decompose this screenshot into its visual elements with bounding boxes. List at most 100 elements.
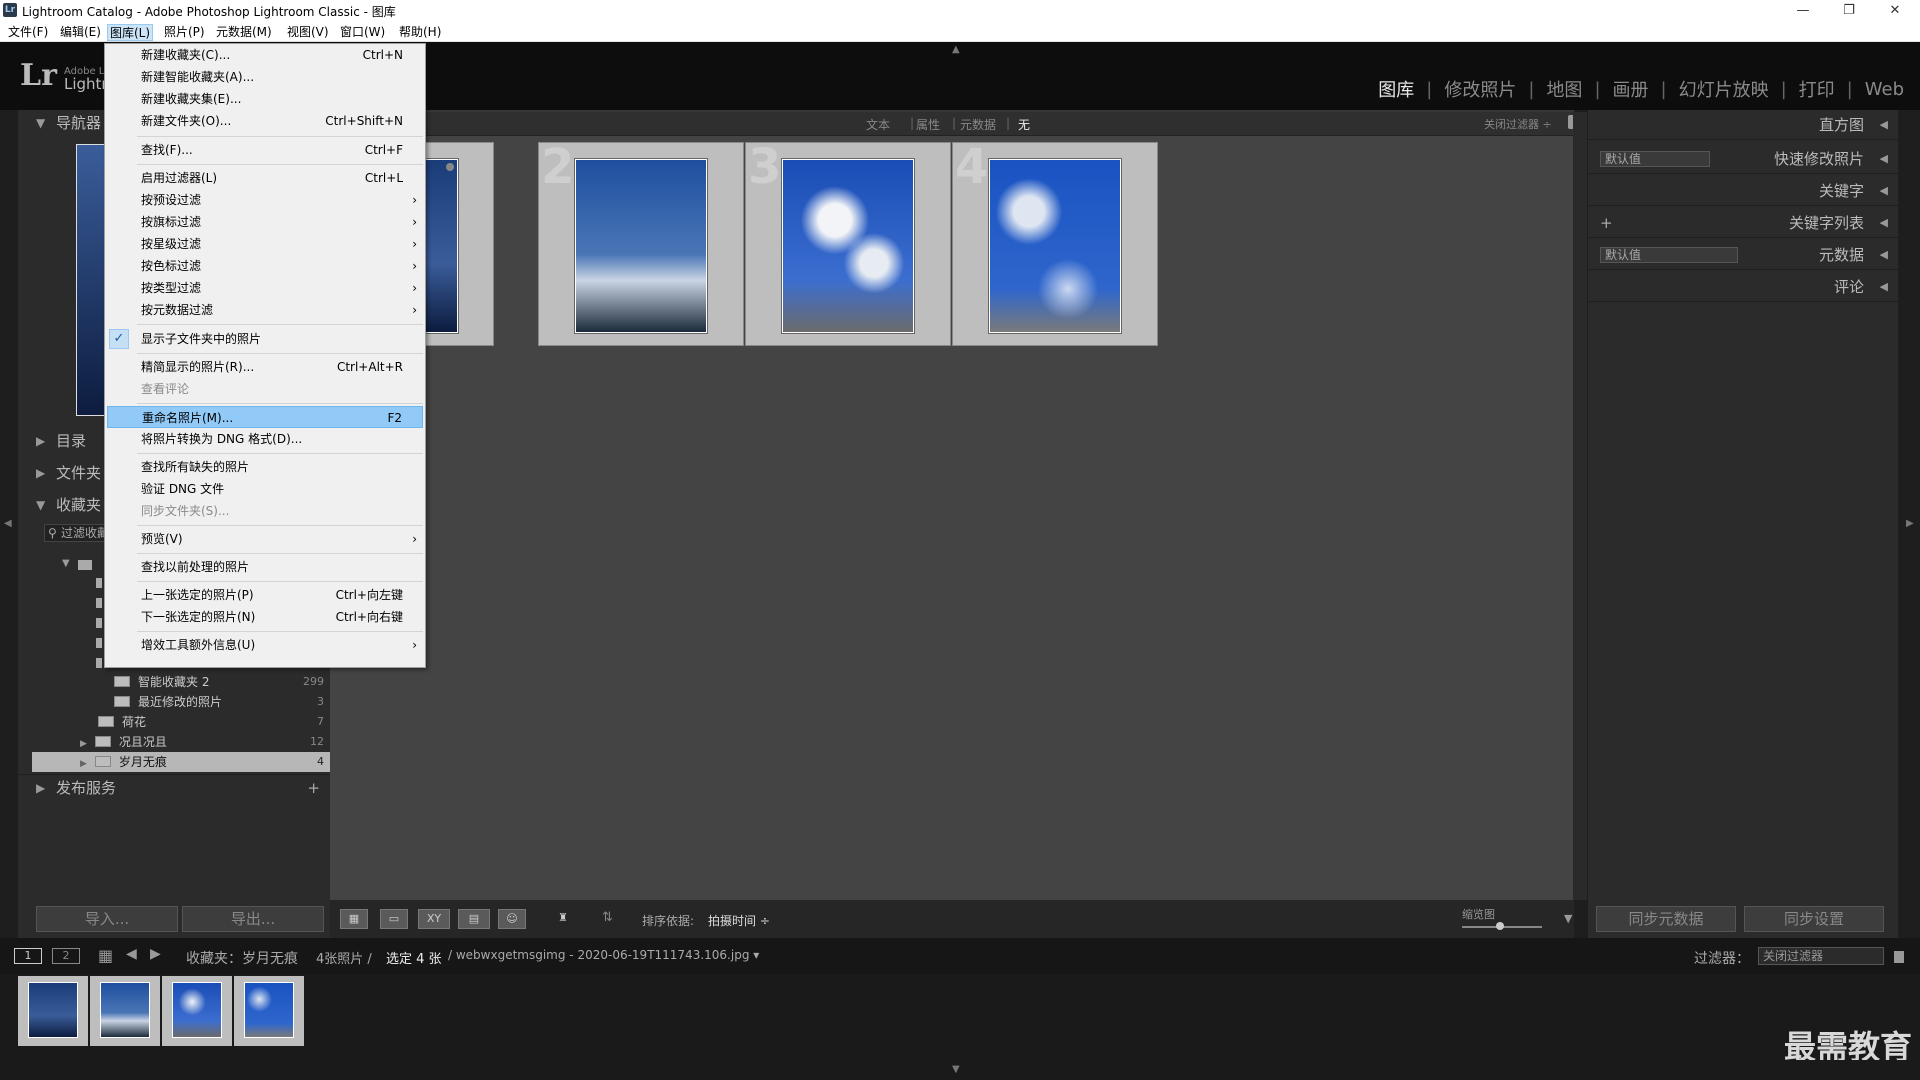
collection-item[interactable]: 荷花 7 — [32, 712, 332, 732]
menu-item-filter-by-metadata[interactable]: 按元数据过滤 › — [107, 299, 423, 321]
collection-item[interactable]: 智能收藏夹 2 299 — [32, 672, 332, 692]
menu-item-previews[interactable]: 预览(V) › — [107, 528, 423, 550]
grid-scrollbar[interactable] — [1573, 112, 1587, 900]
menu-item-enable-filters[interactable]: 启用过滤器(L) Ctrl+L — [107, 167, 423, 189]
sync-metadata-button[interactable]: 同步元数据 — [1596, 906, 1736, 932]
loupe-view-icon[interactable]: ▭ — [380, 909, 408, 929]
module-develop[interactable]: 修改照片 — [1444, 76, 1516, 102]
filter-lock-icon[interactable] — [1894, 951, 1904, 963]
menu-item-view-comments[interactable]: 查看评论 — [107, 378, 423, 400]
keyword-list-header[interactable]: + 关键字列表 ◀ — [1588, 208, 1898, 238]
sync-settings-button[interactable]: 同步设置 — [1744, 906, 1884, 932]
module-print[interactable]: 打印 — [1799, 76, 1835, 102]
comments-header[interactable]: 评论 ◀ — [1588, 272, 1898, 302]
photo-thumbnail[interactable] — [575, 159, 707, 333]
metadata-preset-select[interactable]: 默认值 — [1600, 247, 1738, 263]
menu-item-new-collection[interactable]: 新建收藏夹(C)... Ctrl+N — [107, 44, 423, 66]
menu-item-filter-by-preset[interactable]: 按预设过滤 › — [107, 189, 423, 211]
filmstrip-thumb[interactable] — [18, 976, 88, 1046]
menu-item-filter-by-flag[interactable]: 按旗标过滤 › — [107, 211, 423, 233]
menu-item-previous-selected[interactable]: 上一张选定的照片(P) Ctrl+向左键 — [107, 584, 423, 606]
menu-file[interactable]: 文件(F) — [6, 24, 50, 41]
module-web[interactable]: Web — [1865, 79, 1904, 100]
survey-view-icon[interactable]: ▤ — [458, 909, 490, 929]
filmstrip-thumb[interactable] — [234, 976, 304, 1046]
menu-item-filter-by-rating[interactable]: 按星级过滤 › — [107, 233, 423, 255]
menu-item-filter-by-color[interactable]: 按色标过滤 › — [107, 255, 423, 277]
keywording-header[interactable]: 关键字 ◀ — [1588, 176, 1898, 206]
module-map[interactable]: 地图 — [1546, 76, 1582, 102]
quick-develop-preset-select[interactable]: 默认值 — [1600, 151, 1710, 167]
slider-handle[interactable] — [1496, 922, 1504, 930]
menu-item-new-folder[interactable]: 新建文件夹(O)... Ctrl+Shift+N — [107, 110, 423, 132]
filmstrip-thumb[interactable] — [162, 976, 232, 1046]
close-icon[interactable]: ✕ — [1872, 0, 1918, 22]
module-book[interactable]: 画册 — [1613, 76, 1649, 102]
restore-icon[interactable]: ❐ — [1826, 0, 1872, 22]
menu-edit[interactable]: 编辑(E) — [58, 24, 103, 41]
menu-item-filter-by-kind[interactable]: 按类型过滤 › — [107, 277, 423, 299]
menu-item-find-previous-process[interactable]: 查找以前处理的照片 — [107, 556, 423, 578]
collapse-top-icon[interactable]: ▲ — [952, 44, 960, 55]
minimize-icon[interactable]: — — [1780, 0, 1826, 22]
import-button[interactable]: 导入... — [36, 906, 178, 932]
menu-item-rename-photos[interactable]: 重命名照片(M)... F2 — [107, 406, 423, 428]
menu-item-find-missing[interactable]: 查找所有缺失的照片 — [107, 456, 423, 478]
primary-window-button[interactable]: 1 — [14, 948, 42, 964]
grid-cell-4[interactable]: 4 — [952, 139, 1158, 346]
menu-item-refine-photos[interactable]: 精简显示的照片(R)... Ctrl+Alt+R — [107, 356, 423, 378]
menu-item-plugin-extras[interactable]: 增效工具额外信息(U) › — [107, 634, 423, 656]
photo-thumbnail[interactable] — [782, 159, 914, 333]
forward-arrow-icon[interactable]: ▶ — [150, 946, 161, 962]
histogram-header[interactable]: 直方图 ◀ — [1588, 110, 1898, 140]
filename-label[interactable]: / webwxgetmsgimg - 2020-06-19T111743.106… — [448, 948, 759, 962]
collapse-bottom-icon[interactable]: ▼ — [952, 1064, 960, 1075]
menu-window[interactable]: 窗口(W) — [338, 24, 387, 41]
menu-view[interactable]: 视图(V) — [285, 24, 331, 41]
grid-icon[interactable]: ▦ — [98, 946, 113, 965]
menu-item-synchronize-folder[interactable]: 同步文件夹(S)... — [107, 500, 423, 522]
filter-tab-metadata[interactable]: 元数据 — [960, 116, 996, 133]
painter-icon[interactable]: ♜ — [556, 909, 570, 929]
collapse-left-icon[interactable]: ◀ — [4, 518, 12, 529]
menu-item-next-selected[interactable]: 下一张选定的照片(N) Ctrl+向右键 — [107, 606, 423, 628]
filter-preset-select[interactable]: 关闭过滤器 ÷ — [1484, 116, 1552, 132]
menu-photo[interactable]: 照片(P) — [162, 24, 207, 41]
filmstrip-thumb[interactable] — [90, 976, 160, 1046]
compare-view-icon[interactable]: XY — [418, 909, 450, 929]
collection-item[interactable]: ▶ 况且况且 12 — [32, 732, 332, 752]
sort-direction-icon[interactable]: ⇅ — [602, 910, 613, 925]
filter-tab-attribute[interactable]: 属性 — [916, 116, 940, 133]
filmstrip-filter-select[interactable]: 关闭过滤器 — [1758, 947, 1884, 965]
menu-item-new-smart-collection[interactable]: 新建智能收藏夹(A)... — [107, 66, 423, 88]
photo-thumbnail[interactable] — [989, 159, 1121, 333]
grid-cell-2[interactable]: 2 — [538, 139, 744, 346]
source-label[interactable]: 收藏夹：岁月无痕 — [186, 948, 298, 968]
filter-tab-text[interactable]: 文本 — [866, 116, 890, 133]
add-keyword-icon[interactable]: + — [1600, 208, 1613, 238]
grid-cell-3[interactable]: 3 — [745, 139, 951, 346]
export-button[interactable]: 导出... — [182, 906, 324, 932]
toolbar-menu-icon[interactable]: ▼ — [1564, 912, 1572, 925]
menu-item-find[interactable]: 查找(F)... Ctrl+F — [107, 139, 423, 161]
navigator-preview[interactable] — [76, 144, 106, 416]
people-view-icon[interactable]: ☺ — [498, 909, 526, 929]
sort-select[interactable]: 拍摄时间 ÷ — [708, 912, 770, 929]
menu-item-show-subfolders[interactable]: ✓ 显示子文件夹中的照片 — [107, 328, 423, 350]
module-library[interactable]: 图库 — [1378, 76, 1414, 102]
collection-item-selected[interactable]: ▶ 岁月无痕 4 — [32, 752, 332, 772]
grid-view-icon[interactable]: ▦ — [340, 909, 368, 929]
secondary-window-button[interactable]: 2 — [52, 948, 80, 964]
collapse-right-icon[interactable]: ▶ — [1906, 518, 1914, 529]
menu-item-convert-to-dng[interactable]: 将照片转换为 DNG 格式(D)... — [107, 428, 423, 450]
menu-metadata[interactable]: 元数据(M) — [214, 24, 274, 41]
menu-help[interactable]: 帮助(H) — [397, 24, 443, 41]
menu-item-validate-dng[interactable]: 验证 DNG 文件 — [107, 478, 423, 500]
filter-tab-none[interactable]: 无 — [1018, 116, 1030, 133]
publish-services-header[interactable]: ▶ 发布服务 + — [18, 774, 330, 800]
collection-item[interactable]: 最近修改的照片 3 — [32, 692, 332, 712]
menu-item-new-collection-set[interactable]: 新建收藏夹集(E)... — [107, 88, 423, 110]
menu-library[interactable]: 图库(L) — [107, 24, 154, 41]
module-slideshow[interactable]: 幻灯片放映 — [1679, 76, 1769, 102]
back-arrow-icon[interactable]: ◀ — [126, 946, 137, 962]
